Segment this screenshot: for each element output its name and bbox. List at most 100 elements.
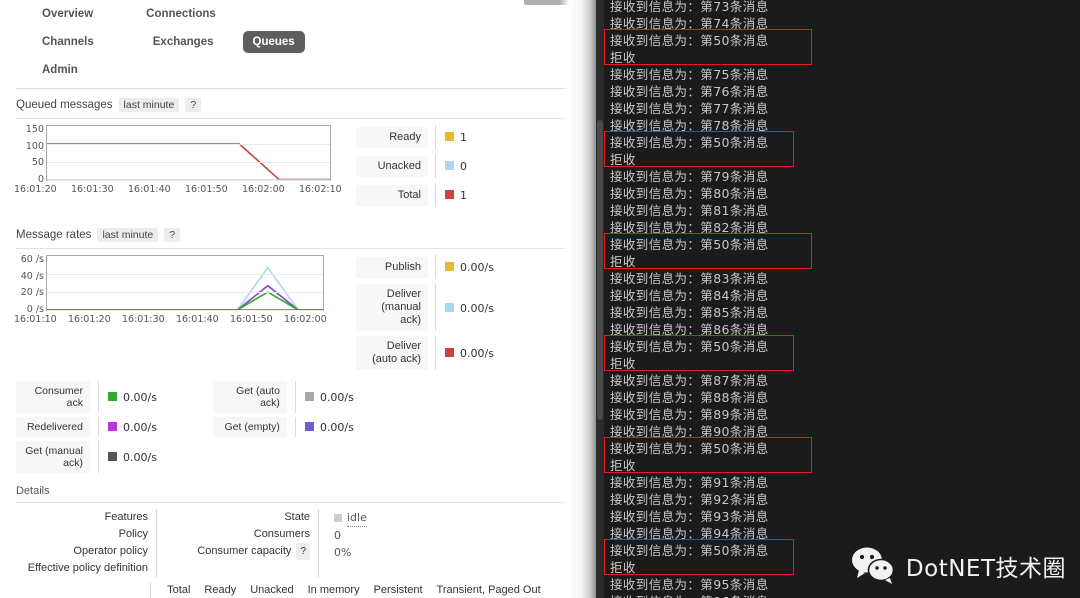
queued-legend-item-label[interactable]: Total xyxy=(356,184,428,206)
queued-legend-item-value: 1 xyxy=(460,189,467,202)
nav-row: Admin xyxy=(18,56,578,84)
mini-right-item-label[interactable]: Get (auto ack) xyxy=(212,381,287,413)
x-tick-label: 16:01:40 xyxy=(128,184,171,195)
mini-divider xyxy=(294,381,296,413)
gridline xyxy=(47,144,330,145)
help-icon[interactable]: ? xyxy=(296,543,310,560)
details-mid-label: Consumers xyxy=(253,528,310,540)
mini-left-item-label[interactable]: Get (manual ack) xyxy=(16,441,90,473)
message-rates-header: Message rates last minute ? xyxy=(0,212,596,246)
nav-item-queues[interactable]: Queues xyxy=(242,31,305,53)
rates-series-svg xyxy=(47,266,323,311)
rates-legend-item-label[interactable]: Deliver (manual ack) xyxy=(356,284,428,331)
details-mid-value: 0% xyxy=(334,546,352,559)
mini-left-item-label[interactable]: Redelivered xyxy=(16,417,90,437)
legend-divider xyxy=(435,125,436,149)
details-body: Features Policy Operator policy Effective p… xyxy=(0,503,596,598)
table-column-header: Unacked xyxy=(250,584,294,596)
table-column-header: Ready xyxy=(204,584,237,596)
nav-row: Channels Exchanges Queues xyxy=(18,28,578,56)
rates-plot-area xyxy=(46,255,324,311)
rates-help-icon[interactable]: ? xyxy=(164,228,181,242)
table-column-header: Transient, Paged Out xyxy=(436,584,541,596)
rates-mini-grid: Consumer ack 0.00/s Redelivered 0.00/s Get (… xyxy=(0,375,596,477)
state-value: idle xyxy=(347,509,367,527)
mini-left-item-value-wrap: 0.00/s xyxy=(108,418,157,436)
nav-item-overview[interactable]: Overview xyxy=(35,4,100,24)
mini-divider xyxy=(98,417,99,437)
gridline xyxy=(47,162,330,163)
queued-legend-item-row: Ready 1 xyxy=(356,125,467,149)
color-swatch-icon xyxy=(445,302,454,312)
rates-legend-item-row: Deliver (auto ack) 0.00/s xyxy=(356,336,494,370)
mini-left-item-value: 0.00/s xyxy=(123,391,157,404)
rates-legend-item-label[interactable]: Deliver (auto ack) xyxy=(356,336,428,370)
queued-plot-area xyxy=(46,125,331,181)
nav-item-admin[interactable]: Admin xyxy=(35,60,85,80)
x-tick-label: 16:01:10 xyxy=(14,314,57,325)
state-swatch-icon xyxy=(334,514,342,522)
x-tick-label: 16:02:10 xyxy=(299,184,342,195)
message-rates-chart: 60 /s 40 /s 20 /s 0 /s 16:01:10 16:01:20 16:0… xyxy=(14,254,334,325)
rates-legend-item-value: 0.00/s xyxy=(460,261,494,274)
console-line: 接收到信息为：第96条消息 xyxy=(610,591,769,598)
queued-legend-item-label[interactable]: Unacked xyxy=(356,155,428,177)
mini-left-item-label[interactable]: Consumer ack xyxy=(16,381,90,413)
console-scroll-thumb[interactable] xyxy=(597,120,603,420)
rates-legend-item-value: 0.00/s xyxy=(460,347,494,360)
color-swatch-icon xyxy=(445,262,454,271)
mini-left-item-value: 0.00/s xyxy=(123,451,157,464)
gridline xyxy=(47,292,323,293)
rates-mini-left-column: Consumer ack 0.00/s Redelivered 0.00/s Get (… xyxy=(16,381,157,477)
details-label: Policy xyxy=(118,528,148,540)
color-swatch-icon xyxy=(445,348,454,357)
x-tick-label: 16:01:50 xyxy=(185,184,228,195)
rabbitmq-management-panel: Overview Connections Channels Exchanges Queu… xyxy=(0,0,596,598)
x-tick-label: 16:01:30 xyxy=(122,314,165,325)
rates-legend-item-value-wrap: 0.00/s xyxy=(445,258,494,276)
queued-messages-chart: 150 100 50 0 16:01:20 16:01:30 16:01:40 16:01:… xyxy=(14,124,342,195)
message-rates-title: Message rates xyxy=(16,229,92,241)
queued-help-icon[interactable]: ? xyxy=(185,98,202,112)
legend-divider xyxy=(435,284,436,331)
queued-series-svg xyxy=(47,143,330,181)
details-label: Operator policy xyxy=(73,545,148,557)
queued-legend-item-label[interactable]: Ready xyxy=(356,126,428,148)
queued-legend-item-row: Unacked 0 xyxy=(356,154,467,178)
rates-period-selector[interactable]: last minute xyxy=(97,228,159,242)
details-mid-label: Consumer capacity? xyxy=(165,543,310,560)
queued-period-selector[interactable]: last minute xyxy=(118,98,180,112)
mini-divider xyxy=(98,441,99,473)
details-left-labels: Features Policy Operator policy Effective p… xyxy=(0,509,148,577)
console-output-panel: 接收到信息为：第73条消息 接收到信息为：第74条消息 接收到信息为：第50条消息拒… xyxy=(596,0,1080,598)
color-swatch-icon xyxy=(304,422,314,431)
nav-item-channels[interactable]: Channels xyxy=(35,32,101,52)
watermark: DotNET技术圈 xyxy=(851,546,1066,586)
rates-legend-item-value: 0.00/s xyxy=(460,301,494,315)
color-swatch-icon xyxy=(108,452,117,461)
queued-legend-item-value-wrap: 1 xyxy=(445,186,467,204)
nav-item-exchanges[interactable]: Exchanges xyxy=(146,32,221,52)
queued-legend-item-row: Total 1 xyxy=(356,183,467,207)
details-divider-2 xyxy=(318,509,319,577)
console-scrollbar[interactable] xyxy=(596,0,604,598)
rates-legend-item-row: Publish 0.00/s xyxy=(356,255,494,279)
x-tick-label: 16:02:00 xyxy=(284,314,327,325)
x-tick-label: 16:01:30 xyxy=(71,184,114,195)
main-navigation: Overview Connections Channels Exchanges Queu… xyxy=(0,0,596,84)
details-mid-labels: State Consumers Consumer capacity? xyxy=(165,509,310,560)
details-top-row: Features Policy Operator policy Effective p… xyxy=(0,509,596,577)
color-swatch-icon xyxy=(108,392,117,401)
rates-legend-item-label[interactable]: Publish xyxy=(356,256,428,278)
series-line xyxy=(47,284,323,311)
mini-right-item-label[interactable]: Get (empty) xyxy=(212,417,287,437)
series-line xyxy=(47,291,323,311)
rates-legend-item-value-wrap: 0.00/s xyxy=(445,344,494,362)
table-corner-cell xyxy=(0,583,150,598)
watermark-text: DotNET技术圈 xyxy=(905,556,1066,582)
mini-right-item-value-wrap: 0.00/s xyxy=(304,418,354,436)
table-column-header: Total xyxy=(149,583,198,598)
nav-item-connections[interactable]: Connections xyxy=(139,4,223,24)
mini-divider xyxy=(98,381,99,413)
queued-legend: Ready 1 Unacked 0 Total 1 xyxy=(356,125,467,212)
